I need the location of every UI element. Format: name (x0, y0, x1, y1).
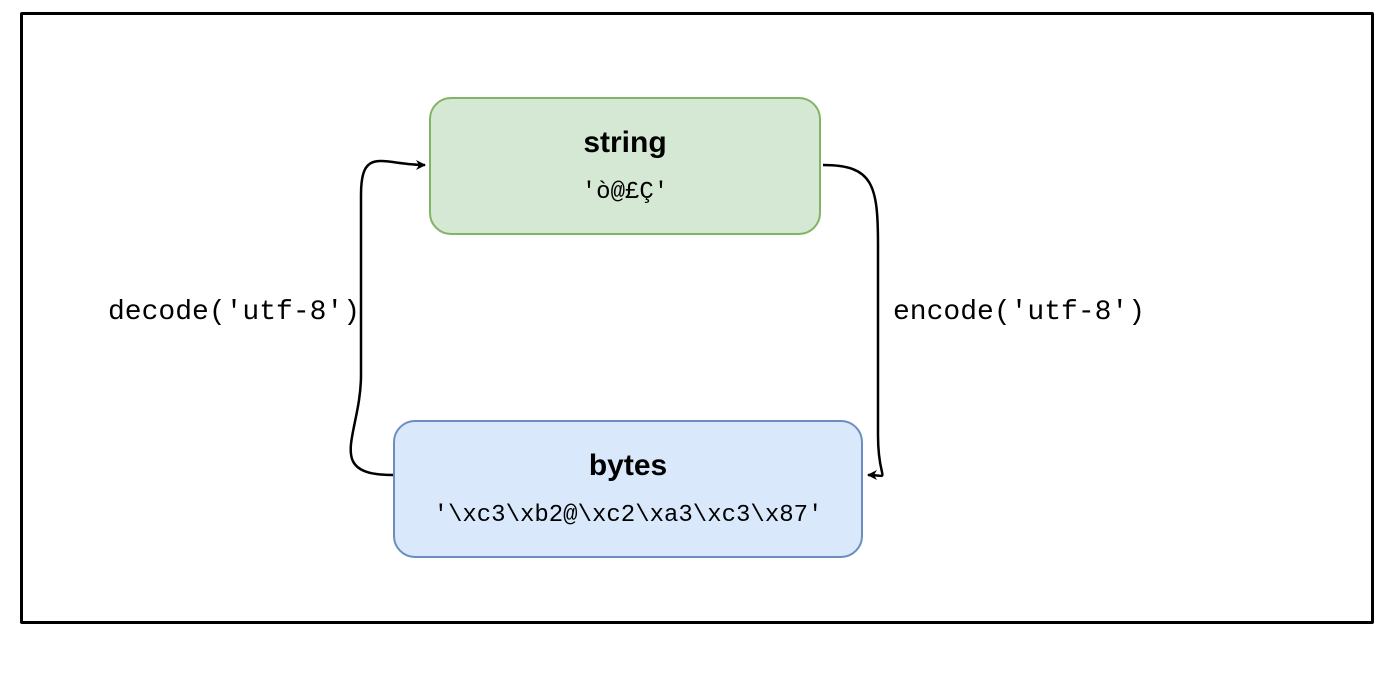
diagram-canvas: string 'ò@£Ç' bytes '\xc3\xb2@\xc2\xa3\x… (0, 0, 1400, 660)
string-node-value: 'ò@£Ç' (582, 179, 668, 206)
bytes-node-value: '\xc3\xb2@\xc2\xa3\xc3\x87' (434, 502, 823, 529)
encode-edge-label: encode('utf-8') (893, 297, 1145, 328)
string-node-title: string (583, 126, 666, 159)
string-node: string 'ò@£Ç' (429, 97, 821, 235)
bytes-node-title: bytes (589, 449, 667, 482)
diagram-frame: string 'ò@£Ç' bytes '\xc3\xb2@\xc2\xa3\x… (20, 12, 1374, 624)
bytes-node: bytes '\xc3\xb2@\xc2\xa3\xc3\x87' (393, 420, 863, 558)
decode-edge-label: decode('utf-8') (108, 297, 360, 328)
